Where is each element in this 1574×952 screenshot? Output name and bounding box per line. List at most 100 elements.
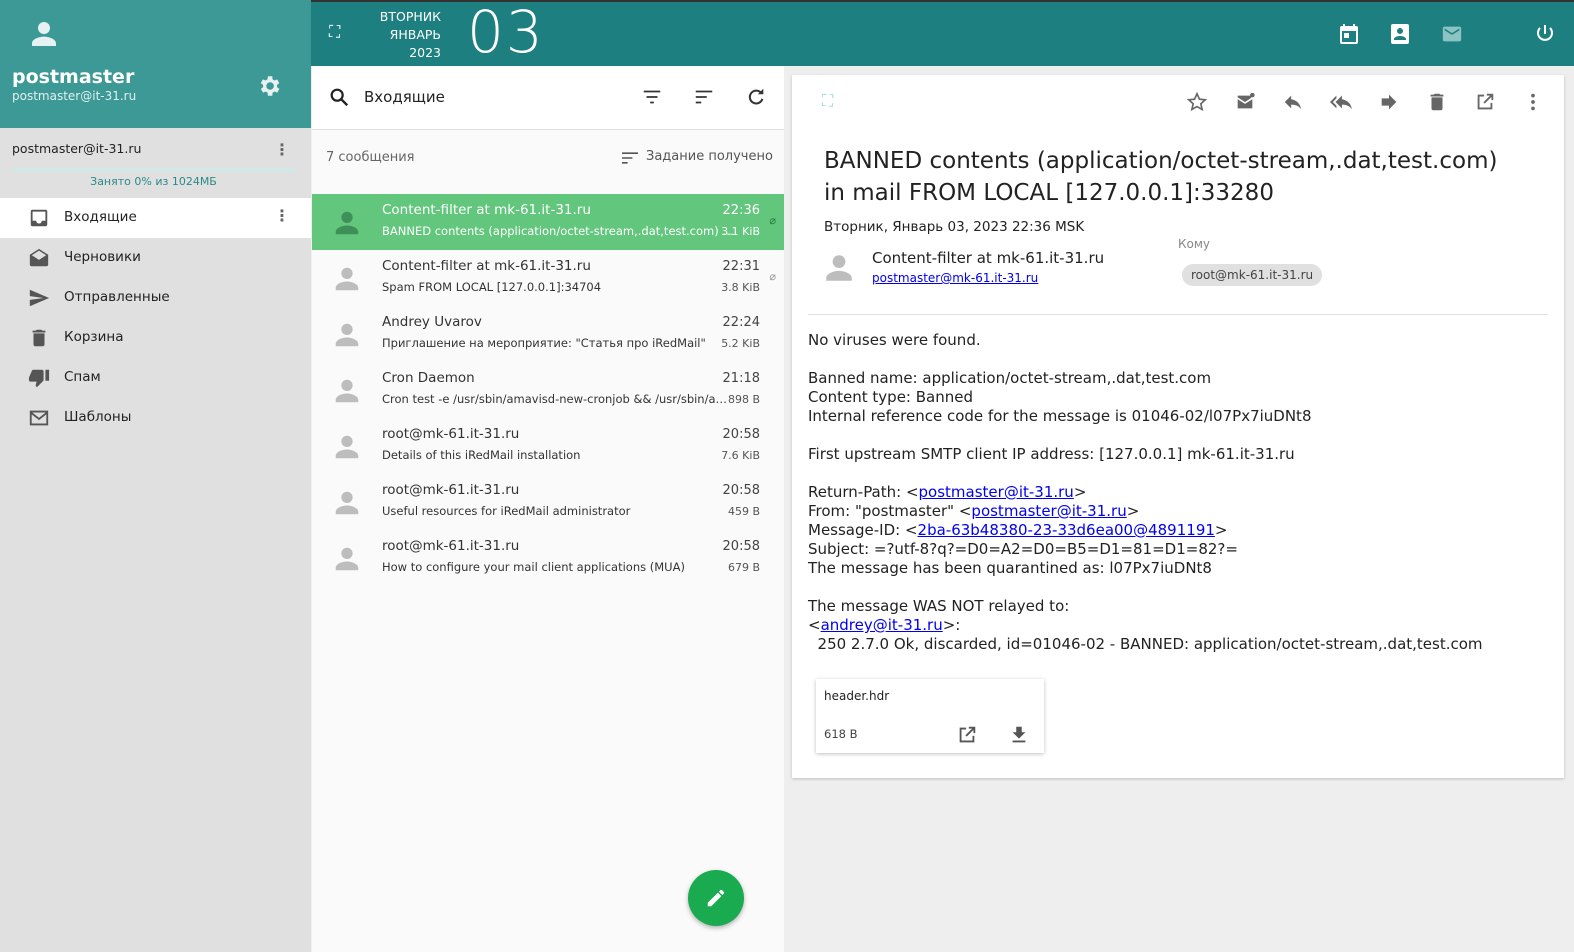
body-link[interactable]: 2ba-63b48380-23-33d6ea00@4891191 — [918, 521, 1215, 539]
reply-all-icon[interactable] — [1330, 91, 1352, 113]
attachment-icon: ⌀ — [769, 270, 776, 283]
folder-item[interactable]: Отправленные — [0, 278, 311, 318]
message-size: 898 B — [727, 393, 760, 406]
inbox-icon — [30, 209, 48, 227]
message-list-item[interactable]: Andrey Uvarov Приглашение на мероприятие… — [312, 306, 784, 362]
open-new-window-icon[interactable] — [1474, 91, 1496, 113]
body-line: <andrey@it-31.ru>: — [808, 616, 1483, 635]
message-from: Content-filter at mk-61.it-31.ru — [382, 258, 591, 274]
date-weekday: ВТОРНИК — [379, 9, 441, 24]
message-from: Cron Daemon — [382, 370, 475, 386]
sender-avatar-icon — [335, 435, 359, 459]
body-link[interactable]: postmaster@it-31.ru — [919, 483, 1074, 501]
more-vert-icon[interactable] — [1522, 91, 1544, 113]
attachment-name: header.hdr — [824, 689, 890, 703]
folder-item[interactable]: Входящие ⋮ — [0, 198, 311, 238]
date-year: 2023 — [409, 45, 441, 60]
download-icon[interactable] — [1008, 724, 1030, 746]
attachment-card[interactable]: header.hdr 618 B — [816, 679, 1044, 753]
body-text: >: — [942, 616, 961, 634]
message-list-item[interactable]: Cron Daemon Cron test -e /usr/sbin/amavi… — [312, 362, 784, 418]
message-from: Andrey Uvarov — [382, 314, 482, 330]
folder-item[interactable]: Спам — [0, 358, 311, 398]
body-line — [808, 350, 1483, 369]
sender-avatar-icon — [335, 323, 359, 347]
sidebar: postmaster postmaster@it-31.ru postmaste… — [0, 0, 311, 952]
body-text: < — [808, 616, 821, 634]
message-view: ⛶ BANNED contents (application/octet-str… — [792, 75, 1564, 778]
delete-icon[interactable] — [1426, 91, 1448, 113]
body-text: No viruses were found. — [808, 331, 981, 349]
message-list-item[interactable]: Content-filter at mk-61.it-31.ru BANNED … — [312, 194, 784, 250]
mail-icon[interactable] — [1440, 23, 1464, 45]
message-size: 7.6 KiB — [721, 449, 760, 462]
body-line: Banned name: application/octet-stream,.d… — [808, 369, 1483, 388]
sort-order-icon[interactable] — [620, 150, 640, 166]
folder-item[interactable]: Шаблоны — [0, 398, 311, 438]
message-time: 22:36 — [722, 203, 760, 218]
body-line: 250 2.7.0 Ok, discarded, id=01046-02 - B… — [808, 635, 1483, 654]
search-icon[interactable] — [328, 86, 350, 108]
folder-item[interactable]: Черновики — [0, 238, 311, 278]
reply-icon[interactable] — [1282, 91, 1304, 113]
forward-icon[interactable] — [1378, 91, 1400, 113]
expand-icon[interactable]: ⛶ — [822, 91, 833, 111]
compose-button[interactable] — [688, 870, 744, 926]
body-line: Internal reference code for the message … — [808, 407, 1483, 426]
body-link[interactable]: postmaster@it-31.ru — [971, 502, 1126, 520]
contacts-icon[interactable] — [1388, 22, 1412, 46]
send-icon — [29, 289, 50, 307]
folder-search-label[interactable]: Входящие — [364, 88, 445, 106]
fullscreen-icon[interactable]: ⛶ — [329, 22, 340, 42]
sender-avatar-icon — [826, 255, 852, 281]
folder-menu-icon[interactable]: ⋮ — [274, 206, 290, 225]
date-day: 03 — [467, 0, 545, 66]
divider — [808, 314, 1548, 315]
trash-icon — [32, 329, 46, 347]
message-subject: BANNED contents (application/octet-strea… — [382, 224, 737, 238]
body-line — [808, 578, 1483, 597]
body-text: Return-Path: < — [808, 483, 919, 501]
message-list-item[interactable]: root@mk-61.it-31.ru Useful resources for… — [312, 474, 784, 530]
message-date: Вторник, Январь 03, 2023 22:36 MSK — [824, 219, 1085, 235]
message-size: 3.1 KiB — [721, 225, 760, 238]
body-line: Content type: Banned — [808, 388, 1483, 407]
message-list-item[interactable]: root@mk-61.it-31.ru How to configure you… — [312, 530, 784, 586]
body-text: Banned name: application/octet-stream,.d… — [808, 369, 1212, 387]
recipient-chip[interactable]: root@mk-61.it-31.ru — [1182, 264, 1323, 286]
body-text: Subject: =?utf-8?q?=D0=A2=D0=B5=D1=81=D1… — [808, 540, 1238, 558]
body-line: Subject: =?utf-8?q?=D0=A2=D0=B5=D1=81=D1… — [808, 540, 1483, 559]
message-count: 7 сообщения — [326, 150, 415, 165]
message-subject: Details of this iRedMail installation — [382, 448, 581, 462]
message-time: 20:58 — [722, 539, 760, 554]
message-time: 22:31 — [722, 259, 760, 274]
message-list-pane: Входящие 7 сообщения Задание получено Co… — [312, 66, 784, 952]
list-toolbar: Входящие — [312, 66, 784, 130]
folder-item[interactable]: Корзина — [0, 318, 311, 358]
sender-email-link[interactable]: postmaster@mk-61.it-31.ru — [872, 271, 1038, 285]
account-menu-icon[interactable]: ⋮ — [274, 140, 290, 159]
sort-label[interactable]: Задание получено — [646, 149, 773, 164]
mark-unread-icon[interactable] — [1234, 91, 1256, 113]
user-name: postmaster — [12, 66, 135, 88]
refresh-icon[interactable] — [745, 86, 767, 108]
message-size: 3.8 KiB — [721, 281, 760, 294]
calendar-icon[interactable] — [1337, 22, 1361, 46]
message-from: Content-filter at mk-61.it-31.ru — [382, 202, 591, 218]
filter-icon[interactable] — [641, 86, 663, 108]
body-link[interactable]: andrey@it-31.ru — [821, 616, 943, 634]
settings-gear-icon[interactable] — [256, 73, 282, 99]
message-list-item[interactable]: root@mk-61.it-31.ru Details of this iRed… — [312, 418, 784, 474]
open-external-icon[interactable] — [956, 724, 978, 746]
top-bar: ⛶ ВТОРНИК ЯНВАРЬ 2023 03 — [311, 0, 1574, 66]
message-list-item[interactable]: Content-filter at mk-61.it-31.ru Spam FR… — [312, 250, 784, 306]
star-icon[interactable] — [1186, 91, 1208, 113]
sort-icon[interactable] — [693, 86, 715, 108]
body-text: First upstream SMTP client IP address: [… — [808, 445, 1295, 463]
message-subject: Useful resources for iRedMail administra… — [382, 504, 631, 518]
body-line: The message has been quarantined as: l07… — [808, 559, 1483, 578]
body-line: From: "postmaster" <postmaster@it-31.ru> — [808, 502, 1483, 521]
power-icon[interactable] — [1533, 22, 1557, 46]
folder-label: Спам — [64, 369, 101, 385]
user-header: postmaster postmaster@it-31.ru — [0, 0, 311, 128]
